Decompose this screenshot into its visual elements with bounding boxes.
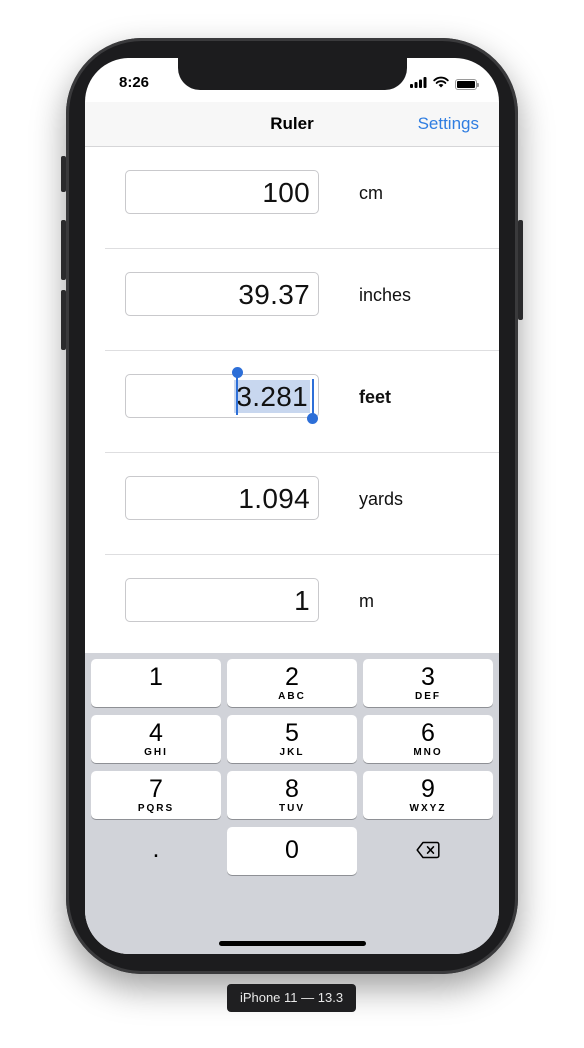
feet-value: 3.281 <box>234 380 310 413</box>
simulator-device-label: iPhone 11 — 13.3 <box>227 984 356 1012</box>
notch <box>178 58 407 90</box>
unit-row-inches: 39.37 inches <box>85 249 499 351</box>
key-8[interactable]: 8 TUV <box>227 771 357 819</box>
simulator-stage: 8:26 Ruler Settings 100 cm 39.37 inches … <box>0 0 584 1048</box>
key-1[interactable]: 1 <box>91 659 221 707</box>
settings-button[interactable]: Settings <box>418 114 479 134</box>
key-9[interactable]: 9 WXYZ <box>363 771 493 819</box>
key-letters: MNO <box>413 747 443 758</box>
power-button <box>518 220 523 320</box>
key-letters: GHI <box>144 747 168 758</box>
yards-value: 1.094 <box>238 483 310 514</box>
feet-label: feet <box>359 387 392 407</box>
key-digit: 5 <box>285 719 299 747</box>
key-7[interactable]: 7 PQRS <box>91 771 221 819</box>
decimal-key[interactable]: . <box>91 827 221 875</box>
key-digit: 1 <box>149 663 163 691</box>
key-digit: . <box>152 835 160 863</box>
selection-end-handle[interactable] <box>307 413 318 424</box>
unit-row-yards: 1.094 yards <box>85 453 499 555</box>
key-letters: ABC <box>278 691 306 702</box>
unit-row-feet: 3.281 feet <box>85 351 499 453</box>
key-digit: 3 <box>421 663 435 691</box>
backspace-icon <box>416 841 440 864</box>
key-digit: 6 <box>421 719 435 747</box>
m-label: m <box>359 591 374 611</box>
key-digit: 7 <box>149 775 163 803</box>
silent-switch <box>61 156 66 192</box>
key-0[interactable]: 0 <box>227 827 357 875</box>
yards-field[interactable]: 1.094 <box>125 476 319 520</box>
cm-field[interactable]: 100 <box>125 170 319 214</box>
key-4[interactable]: 4 GHI <box>91 715 221 763</box>
battery-icon <box>455 78 479 90</box>
key-5[interactable]: 5 JKL <box>227 715 357 763</box>
selection-end-bar <box>312 379 314 416</box>
numeric-keypad: 1 2 ABC 3 DEF 4 GHI 5 JKL 6 MNO 7 PQRS 8… <box>85 653 499 954</box>
inches-label: inches <box>359 285 412 305</box>
key-letters: DEF <box>415 691 441 702</box>
unit-row-m: 1 m <box>85 555 499 657</box>
selection-start-bar <box>236 376 238 415</box>
key-3[interactable]: 3 DEF <box>363 659 493 707</box>
key-letters: WXYZ <box>409 803 447 814</box>
selected-text: 3.281 <box>234 380 310 413</box>
m-value: 1 <box>294 585 310 616</box>
phone-screen: 8:26 Ruler Settings 100 cm 39.37 inches … <box>85 58 499 954</box>
unit-row-cm: 100 cm <box>85 147 499 249</box>
status-time: 8:26 <box>119 74 150 91</box>
key-digit: 0 <box>285 836 299 864</box>
m-field[interactable]: 1 <box>125 578 319 622</box>
feet-field[interactable]: 3.281 <box>125 367 319 424</box>
key-digit: 2 <box>285 663 299 691</box>
delete-key[interactable] <box>363 827 493 875</box>
key-letters: PQRS <box>137 803 175 814</box>
cm-label: cm <box>359 183 383 203</box>
key-letters: JKL <box>279 747 305 758</box>
navigation-bar: Ruler Settings <box>85 102 499 147</box>
volume-down-button <box>61 290 66 350</box>
yards-label: yards <box>359 489 404 509</box>
key-digit: 4 <box>149 719 163 747</box>
wifi-icon <box>433 75 449 93</box>
inches-field[interactable]: 39.37 <box>125 272 319 316</box>
key-digit: 8 <box>285 775 299 803</box>
key-digit: 9 <box>421 775 435 803</box>
volume-up-button <box>61 220 66 280</box>
home-indicator[interactable] <box>219 941 366 946</box>
key-2[interactable]: 2 ABC <box>227 659 357 707</box>
status-icons <box>410 75 479 93</box>
key-6[interactable]: 6 MNO <box>363 715 493 763</box>
cm-value: 100 <box>262 177 310 208</box>
key-letters: TUV <box>279 803 305 814</box>
signal-icon <box>410 75 427 93</box>
inches-value: 39.37 <box>238 279 310 310</box>
